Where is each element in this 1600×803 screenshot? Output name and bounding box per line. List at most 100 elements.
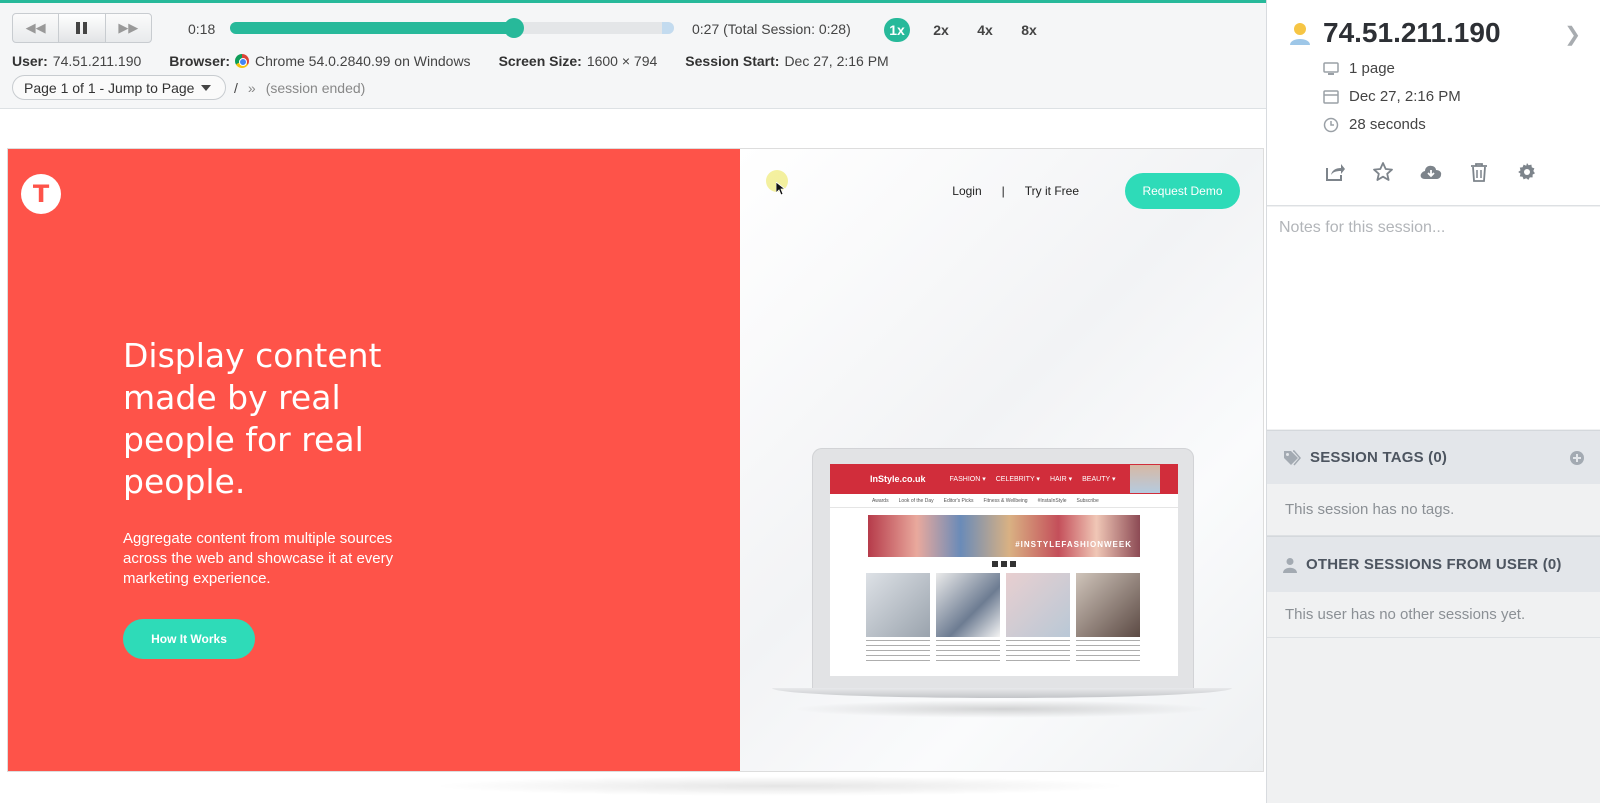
- download-button[interactable]: [1419, 160, 1443, 184]
- login-link[interactable]: Login: [952, 184, 981, 198]
- mockup-card: [936, 573, 1000, 664]
- progress-handle[interactable]: [504, 18, 525, 38]
- meta-start-value: Dec 27, 2:16 PM: [784, 53, 889, 69]
- current-time: 0:18: [188, 21, 216, 37]
- request-demo-button[interactable]: Request Demo: [1125, 173, 1240, 209]
- rewind-button[interactable]: ◀◀: [13, 14, 60, 42]
- meta-screen-label: Screen Size:: [498, 53, 582, 69]
- speed-1x-button[interactable]: 1x: [884, 18, 910, 42]
- mockup-subnav-item: Fitness & Wellbeing: [983, 497, 1028, 504]
- site-logo: T: [21, 174, 61, 214]
- user-icon: [1290, 23, 1310, 45]
- session-tags-header: SESSION TAGS (0): [1267, 430, 1600, 484]
- user-silhouette-icon: [1283, 557, 1297, 573]
- clock-icon: [1323, 117, 1339, 132]
- session-actions: [1323, 160, 1539, 184]
- date-stat: Dec 27, 2:16 PM: [1323, 88, 1461, 105]
- share-icon: [1326, 164, 1345, 181]
- path-separator: »: [247, 80, 256, 96]
- nav-separator: |: [1001, 184, 1005, 198]
- monitor-icon: [1323, 61, 1339, 75]
- mockup-site-header: InStyle.co.uk FASHION ▾ CELEBRITY ▾ HAIR…: [830, 464, 1178, 494]
- duration-stat: 28 seconds: [1323, 116, 1426, 133]
- session-meta-row: User: 74.51.211.190 Browser: Chrome 54.0…: [12, 53, 917, 69]
- mockup-subnav: Awards Look of the Day Editor's Picks Fi…: [830, 494, 1178, 508]
- laptop-mockup: InStyle.co.uk FASHION ▾ CELEBRITY ▾ HAIR…: [772, 448, 1232, 718]
- session-tags-title: SESSION TAGS (0): [1310, 449, 1448, 466]
- page-jump-dropdown[interactable]: Page 1 of 1 - Jump to Page: [12, 75, 227, 100]
- mockup-menu-item: BEAUTY ▾: [1082, 476, 1116, 483]
- fast-forward-icon: ▶▶: [118, 20, 139, 35]
- next-session-chevron-icon[interactable]: ❯: [1564, 22, 1581, 47]
- mockup-site-logo: InStyle.co.uk: [870, 474, 926, 484]
- delete-button[interactable]: [1467, 160, 1491, 184]
- mockup-card: [1006, 573, 1070, 664]
- meta-user: User: 74.51.211.190: [12, 53, 141, 69]
- rewind-icon: ◀◀: [25, 20, 46, 35]
- progress-bar[interactable]: [230, 18, 674, 38]
- session-notes-input[interactable]: [1267, 207, 1600, 429]
- pages-stat: 1 page: [1323, 60, 1395, 77]
- speed-2x-button[interactable]: 2x: [928, 18, 954, 42]
- mockup-content-grid: [866, 573, 1178, 664]
- session-tags-empty: This session has no tags.: [1267, 484, 1600, 536]
- try-free-link[interactable]: Try it Free: [1025, 184, 1079, 198]
- mockup-share-icons: [830, 561, 1178, 567]
- trash-icon: [1471, 163, 1487, 182]
- mockup-subnav-item: Awards: [872, 497, 889, 504]
- meta-user-label: User:: [12, 53, 48, 69]
- speed-controls: 1x 2x 4x 8x: [884, 18, 1042, 42]
- mockup-subnav-item: Editor's Picks: [943, 497, 974, 504]
- total-time: 0:27 (Total Session: 0:28): [692, 21, 851, 37]
- mouse-cursor-icon: [776, 182, 786, 196]
- mockup-menu-item: HAIR ▾: [1049, 476, 1073, 483]
- session-replay-app: ◀◀ ▶▶ 0:18 0:27 (Total Session: 0:28) 1x…: [0, 0, 1600, 803]
- transport-controls: ◀◀ ▶▶: [12, 13, 152, 43]
- mockup-card: [866, 573, 930, 664]
- page-path[interactable]: /: [234, 80, 238, 96]
- replay-viewport: T Display content made by real people fo…: [0, 110, 1266, 803]
- add-tag-plus-icon[interactable]: [1569, 450, 1585, 466]
- meta-user-value: 74.51.211.190: [52, 53, 142, 69]
- how-it-works-button[interactable]: How It Works: [123, 619, 255, 659]
- meta-start-label: Session Start:: [685, 53, 780, 69]
- meta-browser: Browser: Chrome 54.0.2840.99 on Windows: [169, 53, 470, 69]
- share-button[interactable]: [1323, 160, 1347, 184]
- pause-button[interactable]: [59, 14, 106, 42]
- laptop-screen: InStyle.co.uk FASHION ▾ CELEBRITY ▾ HAIR…: [830, 464, 1178, 676]
- laptop-base: [772, 688, 1232, 698]
- other-sessions-header: OTHER SESSIONS FROM USER (0): [1267, 536, 1600, 592]
- site-nav: Login | Try it Free Request Demo: [952, 173, 1240, 209]
- hero-panel: T Display content made by real people fo…: [8, 149, 740, 771]
- meta-session-start: Session Start: Dec 27, 2:16 PM: [685, 53, 888, 69]
- settings-button[interactable]: [1515, 160, 1539, 184]
- star-button[interactable]: [1371, 160, 1395, 184]
- calendar-icon: [1323, 90, 1339, 104]
- session-summary: 74.51.211.190 ❯ 1 page Dec 27, 2:16 PM 2…: [1267, 0, 1600, 206]
- mockup-menu-item: FASHION ▾: [949, 476, 986, 483]
- session-duration: 28 seconds: [1349, 116, 1426, 133]
- laptop-shadow: [792, 700, 1212, 718]
- laptop-lid: InStyle.co.uk FASHION ▾ CELEBRITY ▾ HAIR…: [812, 448, 1194, 692]
- session-sidebar: 74.51.211.190 ❯ 1 page Dec 27, 2:16 PM 2…: [1266, 0, 1600, 803]
- mockup-subnav-item: Subscribe: [1076, 497, 1099, 504]
- speed-8x-button[interactable]: 8x: [1016, 18, 1042, 42]
- meta-screen-size: Screen Size: 1600 × 794: [499, 53, 658, 69]
- viewport-shadow: [430, 776, 1130, 796]
- session-user-ip: 74.51.211.190: [1323, 17, 1501, 48]
- fast-forward-button[interactable]: ▶▶: [106, 14, 151, 42]
- page-path-breadcrumb: / » (session ended): [234, 80, 365, 96]
- meta-browser-value: Chrome 54.0.2840.99 on Windows: [254, 53, 471, 69]
- cloud-download-icon: [1420, 165, 1442, 179]
- mockup-card: [1076, 573, 1140, 664]
- mockup-banner-text: #INSTYLEFASHIONWEEK: [1015, 540, 1132, 549]
- gear-icon: [1518, 163, 1535, 180]
- speed-4x-button[interactable]: 4x: [972, 18, 998, 42]
- progress-fill: [230, 22, 515, 34]
- player-header: ◀◀ ▶▶ 0:18 0:27 (Total Session: 0:28) 1x…: [0, 3, 1266, 109]
- mockup-magazine-cover: [1130, 465, 1160, 493]
- other-sessions-title: OTHER SESSIONS FROM USER (0): [1306, 556, 1562, 573]
- mockup-subnav-item: Look of the Day: [898, 497, 934, 504]
- mockup-subnav-item: #InstaInStyle: [1037, 497, 1067, 504]
- other-sessions-empty: This user has no other sessions yet.: [1267, 592, 1600, 638]
